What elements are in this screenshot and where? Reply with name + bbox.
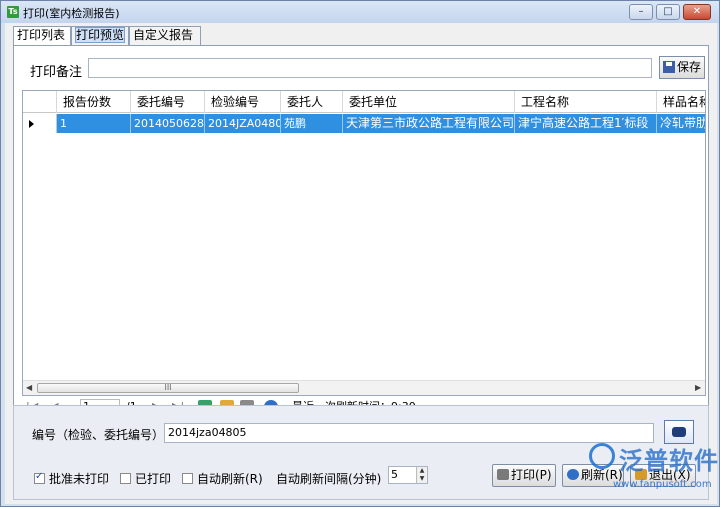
checkbox-icon bbox=[182, 473, 193, 484]
table-cell: 天津第三市政公路工程有限公司 bbox=[343, 114, 515, 133]
printed-label: 已打印 bbox=[135, 472, 172, 486]
printed-checkbox[interactable]: 已打印 bbox=[120, 470, 171, 487]
remark-input[interactable] bbox=[88, 58, 652, 78]
table-cell: 1 bbox=[57, 114, 131, 133]
window-content: 打印列表 打印预览 自定义报告 打印备注 保存 报告份数 委托编号 检验编号 委… bbox=[5, 23, 717, 504]
save-button-label: 保存 bbox=[677, 60, 702, 74]
close-button[interactable]: ✕ bbox=[683, 4, 711, 20]
interval-stepper[interactable]: 5 ▲ ▼ bbox=[388, 466, 428, 484]
search-input[interactable]: 2014jza04805 bbox=[164, 423, 654, 443]
grid-header: 报告份数 委托编号 检验编号 委托人 委托单位 工程名称 样品名称 bbox=[23, 91, 705, 113]
auto-refresh-checkbox[interactable]: 自动刷新(R) bbox=[182, 470, 263, 487]
row-indicator-icon bbox=[23, 114, 57, 133]
column-header[interactable]: 样品名称 bbox=[657, 91, 705, 113]
watermark-url: www.fanpusoft.com bbox=[613, 479, 712, 490]
table-cell: 2014JZA04805 bbox=[205, 114, 281, 133]
checkbox-checked-icon bbox=[34, 471, 45, 484]
interval-value: 5 bbox=[391, 468, 398, 481]
print-list-panel: 打印备注 保存 报告份数 委托编号 检验编号 委托人 委托单位 工程名称 样品名… bbox=[13, 45, 709, 417]
print-window: Ts 打印(室内检测报告) – □ ✕ 打印列表 打印预览 自定义报告 打印备注… bbox=[0, 0, 720, 507]
table-cell: 苑鹏 bbox=[281, 114, 343, 133]
maximize-button[interactable]: □ bbox=[656, 4, 680, 20]
minimize-button[interactable]: – bbox=[629, 4, 653, 20]
column-header[interactable]: 委托单位 bbox=[343, 91, 515, 113]
column-header[interactable]: 报告份数 bbox=[57, 91, 131, 113]
scroll-thumb[interactable]: III bbox=[37, 383, 299, 393]
tab-print-preview-label: 打印预览 bbox=[75, 27, 126, 43]
table-cell: 津宁高速公路工程1′标段 bbox=[515, 114, 657, 133]
column-header[interactable]: 委托人 bbox=[281, 91, 343, 113]
column-header[interactable]: 检验编号 bbox=[205, 91, 281, 113]
watermark-text: 泛普软件 bbox=[619, 447, 719, 475]
app-icon: Ts bbox=[7, 6, 19, 18]
table-cell: 冷轧带肋 bbox=[660, 116, 706, 130]
watermark: 泛普软件 www.fanpusoft.com bbox=[589, 441, 719, 501]
column-header[interactable]: 工程名称 bbox=[515, 91, 657, 113]
column-header[interactable]: 委托编号 bbox=[131, 91, 205, 113]
search-label: 编号（检验、委托编号） bbox=[32, 428, 165, 442]
tab-print-list[interactable]: 打印列表 bbox=[13, 26, 71, 46]
title-bar[interactable]: Ts 打印(室内检测报告) – □ ✕ bbox=[1, 1, 719, 23]
report-grid[interactable]: 报告份数 委托编号 检验编号 委托人 委托单位 工程名称 样品名称 1 2014… bbox=[22, 90, 706, 396]
floppy-icon bbox=[663, 61, 675, 73]
spin-arrows-icon[interactable]: ▲ ▼ bbox=[416, 467, 427, 483]
approved-unprinted-checkbox[interactable]: 批准未打印 bbox=[34, 470, 109, 487]
table-row[interactable]: 1 2014050628 2014JZA04805 苑鹏 天津第三市政公路工程有… bbox=[23, 114, 706, 133]
horizontal-scrollbar[interactable]: ◀ III ▶ bbox=[23, 380, 705, 395]
printer-icon bbox=[497, 469, 509, 480]
interval-label: 自动刷新间隔(分钟) bbox=[276, 472, 382, 486]
print-button-label: 打印(P) bbox=[511, 468, 552, 482]
approved-unprinted-label: 批准未打印 bbox=[49, 472, 110, 486]
window-title: 打印(室内检测报告) bbox=[23, 7, 120, 20]
scroll-right-icon[interactable]: ▶ bbox=[695, 383, 701, 392]
refresh-icon bbox=[567, 469, 579, 480]
watermark-logo-icon bbox=[589, 443, 615, 469]
remark-label: 打印备注 bbox=[30, 65, 83, 80]
table-cell: 2014050628 bbox=[131, 114, 205, 133]
grid-corner bbox=[23, 91, 57, 113]
save-button[interactable]: 保存 bbox=[659, 56, 705, 79]
tab-print-preview[interactable]: 打印预览 bbox=[71, 26, 129, 45]
checkbox-icon bbox=[120, 473, 131, 484]
auto-refresh-label: 自动刷新(R) bbox=[197, 472, 263, 486]
binoculars-icon bbox=[672, 427, 686, 437]
scroll-left-icon[interactable]: ◀ bbox=[26, 383, 32, 392]
tab-custom-report[interactable]: 自定义报告 bbox=[129, 26, 201, 45]
print-button[interactable]: 打印(P) bbox=[492, 464, 556, 487]
